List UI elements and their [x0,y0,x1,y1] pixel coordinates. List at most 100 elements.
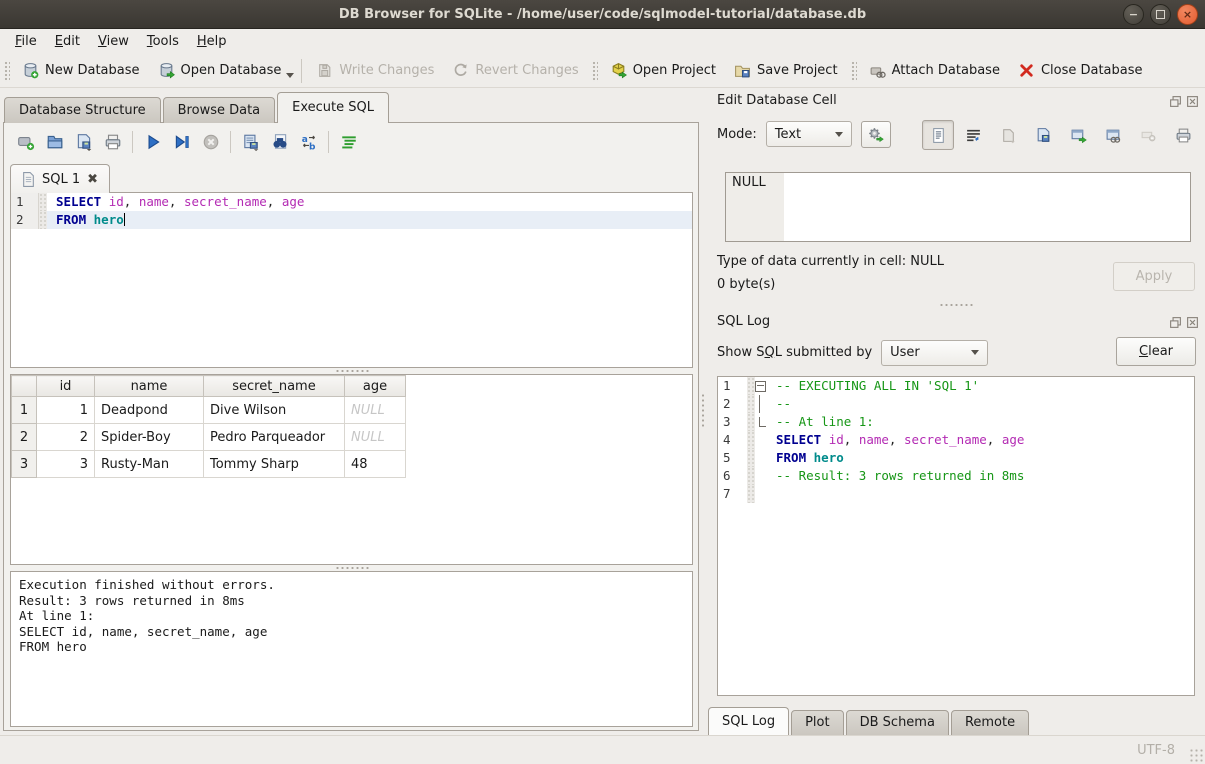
line-number: 2 [11,211,39,229]
toolbar-drag-handle[interactable] [591,60,598,82]
corner-header[interactable] [12,376,37,397]
minimize-button[interactable]: − [1123,4,1144,25]
execute-current-line-button[interactable] [168,129,195,156]
resize-grip[interactable] [1189,748,1203,762]
close-button[interactable]: × [1177,4,1198,25]
submitted-by-select[interactable]: User [881,340,988,366]
float-panel-button[interactable] [1168,315,1182,329]
clear-log-button[interactable]: Clear [1116,337,1196,366]
sql-editor[interactable]: 1SELECT id, name, secret_name, age2FROM … [10,192,693,368]
menu-tools[interactable]: Tools [138,31,188,52]
svg-text:a: a [301,135,307,145]
table-cell[interactable]: Pedro Parqueador [204,424,345,451]
open-database-dropdown[interactable] [286,73,294,78]
cell-value-editor[interactable]: NULL [725,172,1191,242]
toolbar-separator [301,59,302,83]
save-results-button[interactable] [237,129,264,156]
cell-size-info: 0 byte(s) [717,277,775,292]
export-data-button[interactable] [1027,120,1059,150]
row-number[interactable]: 2 [12,424,37,451]
fold-margin [747,467,755,485]
tab-close-icon[interactable]: ✖ [87,172,98,187]
table-cell[interactable]: NULL [345,424,406,451]
fold-marker[interactable] [755,377,767,395]
table-cell[interactable]: Rusty-Man [95,451,204,478]
open-sql-file-button[interactable] [41,129,68,156]
new-database-button[interactable]: New Database [13,57,149,85]
splitter-handle[interactable] [707,302,1205,308]
mode-select[interactable]: Text [766,121,852,147]
open-project-button[interactable]: Open Project [601,57,725,85]
edit-cell-dock-buttons [1168,94,1199,108]
save-sql-file-button[interactable] [70,129,97,156]
open-in-external-button[interactable] [1062,120,1094,150]
sql-log-view[interactable]: 1-- EXECUTING ALL IN 'SQL 1'2--3-- At li… [717,376,1195,696]
vertical-splitter-handle[interactable] [699,88,707,731]
code-line[interactable]: 7 [718,485,1194,503]
table-cell[interactable]: Spider-Boy [95,424,204,451]
print-cell-button[interactable] [1167,120,1199,150]
table-cell[interactable]: NULL [345,397,406,424]
menu-help[interactable]: Help [188,31,236,52]
print-sql-button[interactable] [99,129,126,156]
code-line[interactable]: 1-- EXECUTING ALL IN 'SQL 1' [718,377,1194,395]
open-database-button[interactable]: Open Database [149,57,291,85]
column-header-id[interactable]: id [37,376,95,397]
tab-plot[interactable]: Plot [791,710,844,736]
menu-file[interactable]: File [6,31,46,52]
tab-browse-data[interactable]: Browse Data [163,97,276,123]
format-sql-button[interactable] [335,129,362,156]
table-cell[interactable]: 48 [345,451,406,478]
chevron-down-icon [971,350,979,355]
code-line[interactable]: 2FROM hero [11,211,692,229]
tab-remote[interactable]: Remote [951,710,1029,736]
new-sql-tab-button[interactable] [12,129,39,156]
row-number[interactable]: 1 [12,397,37,424]
table-cell[interactable]: Deadpond [95,397,204,424]
print-icon [104,133,122,151]
float-panel-button[interactable] [1168,94,1182,108]
auto-apply-button[interactable] [861,121,891,148]
find-replace-button[interactable]: a b [295,129,322,156]
attach-database-button[interactable]: Attach Database [860,57,1009,85]
toolbar-drag-handle[interactable] [3,60,10,82]
code-line[interactable]: 5FROM hero [718,449,1194,467]
table-cell[interactable]: Tommy Sharp [204,451,345,478]
maximize-button[interactable] [1150,4,1171,25]
column-header-secret_name[interactable]: secret_name [204,376,345,397]
code-line[interactable]: 4SELECT id, name, secret_name, age [718,431,1194,449]
word-wrap-button[interactable] [957,120,989,150]
tab-database-structure[interactable]: Database Structure [4,97,161,123]
code-line[interactable]: 6-- Result: 3 rows returned in 8ms [718,467,1194,485]
table-cell[interactable]: 1 [37,397,95,424]
row-number[interactable]: 3 [12,451,37,478]
save-project-button[interactable]: Save Project [725,57,847,85]
table-cell[interactable]: Dive Wilson [204,397,345,424]
code-line[interactable]: 2-- [718,395,1194,413]
fold-marker [755,431,767,449]
toolbar-drag-handle[interactable] [850,60,857,82]
code-line[interactable]: 1SELECT id, name, secret_name, age [11,193,692,211]
text-mode-button[interactable] [922,120,954,150]
close-database-button[interactable]: Close Database [1009,57,1152,85]
column-header-age[interactable]: age [345,376,406,397]
sql-document-tab[interactable]: SQL 1 ✖ [10,164,110,193]
tab-sql-log[interactable]: SQL Log [708,707,789,736]
tab-db-schema[interactable]: DB Schema [846,710,949,736]
execute-all-button[interactable] [139,129,166,156]
sql-tab-label: SQL 1 [42,172,80,187]
close-panel-button[interactable] [1185,315,1199,329]
title-bar[interactable]: DB Browser for SQLite - /home/user/code/… [0,0,1205,29]
format-sql-icon [340,133,358,151]
column-header-name[interactable]: name [95,376,204,397]
menu-view[interactable]: View [89,31,138,52]
tab-execute-sql[interactable]: Execute SQL [277,92,389,123]
close-database-icon [1018,62,1035,79]
find-button[interactable] [266,129,293,156]
close-panel-button[interactable] [1185,94,1199,108]
menu-edit[interactable]: Edit [46,31,89,52]
copy-link-button[interactable] [1097,120,1129,150]
table-cell[interactable]: 2 [37,424,95,451]
code-line[interactable]: 3-- At line 1: [718,413,1194,431]
table-cell[interactable]: 3 [37,451,95,478]
